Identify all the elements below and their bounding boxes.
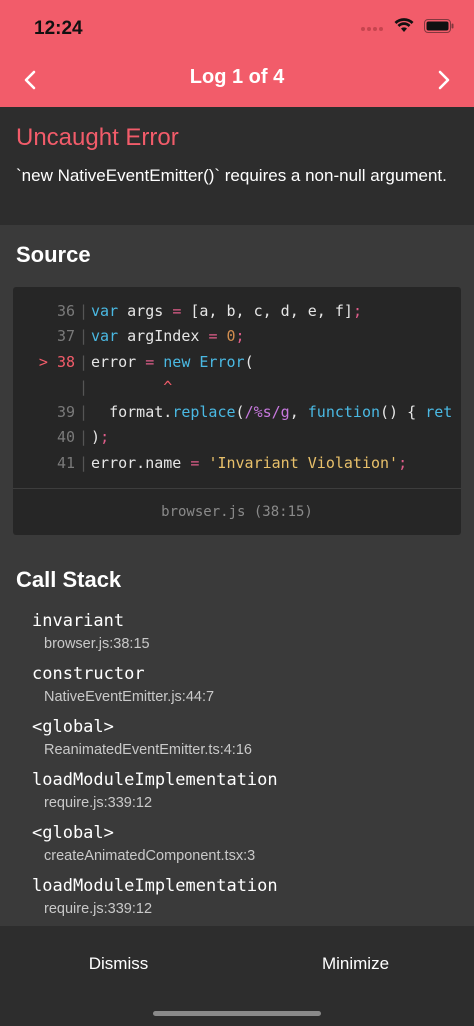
call-stack-list: invariant browser.js:38:15 constructor N… — [32, 608, 452, 926]
error-message: `new NativeEventEmitter()` requires a no… — [16, 166, 447, 185]
source-code-box[interactable]: 36 | var args = [a, b, c, d, e, f]; 37 | var… — [13, 287, 461, 535]
chevron-right-icon — [438, 70, 450, 90]
code-text: error = new Error( — [91, 352, 254, 371]
line-number: 37 — [56, 327, 75, 346]
frame-file: createAnimatedComponent.tsx:3 — [44, 848, 256, 864]
error-title: Uncaught Error — [16, 124, 179, 151]
call-stack-title: Call Stack — [16, 567, 122, 592]
stack-frame[interactable]: invariant browser.js:38:15 — [32, 608, 452, 661]
nav-bar: Log 1 of 4 — [0, 60, 474, 100]
code-text: ); — [91, 428, 110, 447]
code-line: 37 | var argIndex = 0; — [13, 324, 461, 349]
frame-file: require.js:339:12 — [44, 795, 153, 811]
frame-file: browser.js:38:15 — [44, 636, 150, 652]
stack-frame[interactable]: loadModuleImplementation require.js:339:… — [32, 873, 452, 926]
header: 12:24 Log 1 of 4 — [0, 0, 474, 107]
minimize-button[interactable]: Minimize — [237, 946, 474, 982]
line-number: 39 — [56, 403, 75, 422]
code-line: 41 | error.name = 'Invariant Violation'; — [13, 451, 461, 476]
error-caret: ^ — [91, 377, 173, 396]
wifi-icon — [394, 18, 414, 38]
code-text: var argIndex = 0; — [91, 327, 245, 346]
line-number: 41 — [56, 453, 75, 472]
source-location: browser.js (38:15) — [13, 488, 461, 535]
code-text: format.replace(/%s/g, function() { ret — [91, 403, 453, 422]
line-number: 40 — [56, 428, 75, 447]
stack-frame[interactable]: <global> createAnimatedComponent.tsx:3 — [32, 820, 452, 873]
frame-function: <global> — [32, 717, 114, 737]
frame-function: constructor — [32, 664, 145, 684]
code-line: > 38 | error = new Error( — [13, 350, 461, 375]
code-line: | ^ — [13, 375, 461, 400]
stack-frame[interactable]: loadModuleImplementation require.js:339:… — [32, 767, 452, 820]
code-lines: 36 | var args = [a, b, c, d, e, f]; 37 | var… — [13, 299, 461, 476]
error-panel: Uncaught Error `new NativeEventEmitter()… — [0, 107, 474, 225]
stack-frame[interactable]: constructor NativeEventEmitter.js:44:7 — [32, 661, 452, 714]
frame-function: loadModuleImplementation — [32, 876, 278, 896]
frame-function: <global> — [32, 823, 114, 843]
code-text: error.name = 'Invariant Violation'; — [91, 453, 408, 472]
dismiss-button[interactable]: Dismiss — [0, 946, 237, 982]
status-icons — [360, 18, 454, 38]
code-line: 36 | var args = [a, b, c, d, e, f]; — [13, 299, 461, 324]
line-number: > 38 — [38, 352, 75, 371]
status-time: 12:24 — [34, 18, 83, 39]
source-title: Source — [16, 242, 91, 267]
code-line: 40 |); — [13, 425, 461, 450]
code-text: var args = [a, b, c, d, e, f]; — [91, 302, 362, 320]
code-line: 39 | format.replace(/%s/g, function() { r… — [13, 400, 461, 425]
frame-function: invariant — [32, 611, 125, 631]
line-number: 36 — [56, 302, 75, 320]
battery-icon — [424, 18, 454, 38]
signal-dots-icon — [360, 19, 384, 37]
frame-file: require.js:339:12 — [44, 901, 153, 917]
log-title: Log 1 of 4 — [189, 66, 285, 88]
frame-file: NativeEventEmitter.js:44:7 — [44, 689, 215, 705]
frame-file: ReanimatedEventEmitter.ts:4:16 — [44, 742, 252, 758]
next-log-button[interactable] — [424, 62, 464, 98]
stack-frame[interactable]: <global> ReanimatedEventEmitter.ts:4:16 — [32, 714, 452, 767]
home-indicator — [153, 1011, 321, 1016]
line-number — [13, 375, 77, 400]
frame-function: loadModuleImplementation — [32, 770, 278, 790]
footer-bar: Dismiss Minimize — [0, 926, 474, 1026]
